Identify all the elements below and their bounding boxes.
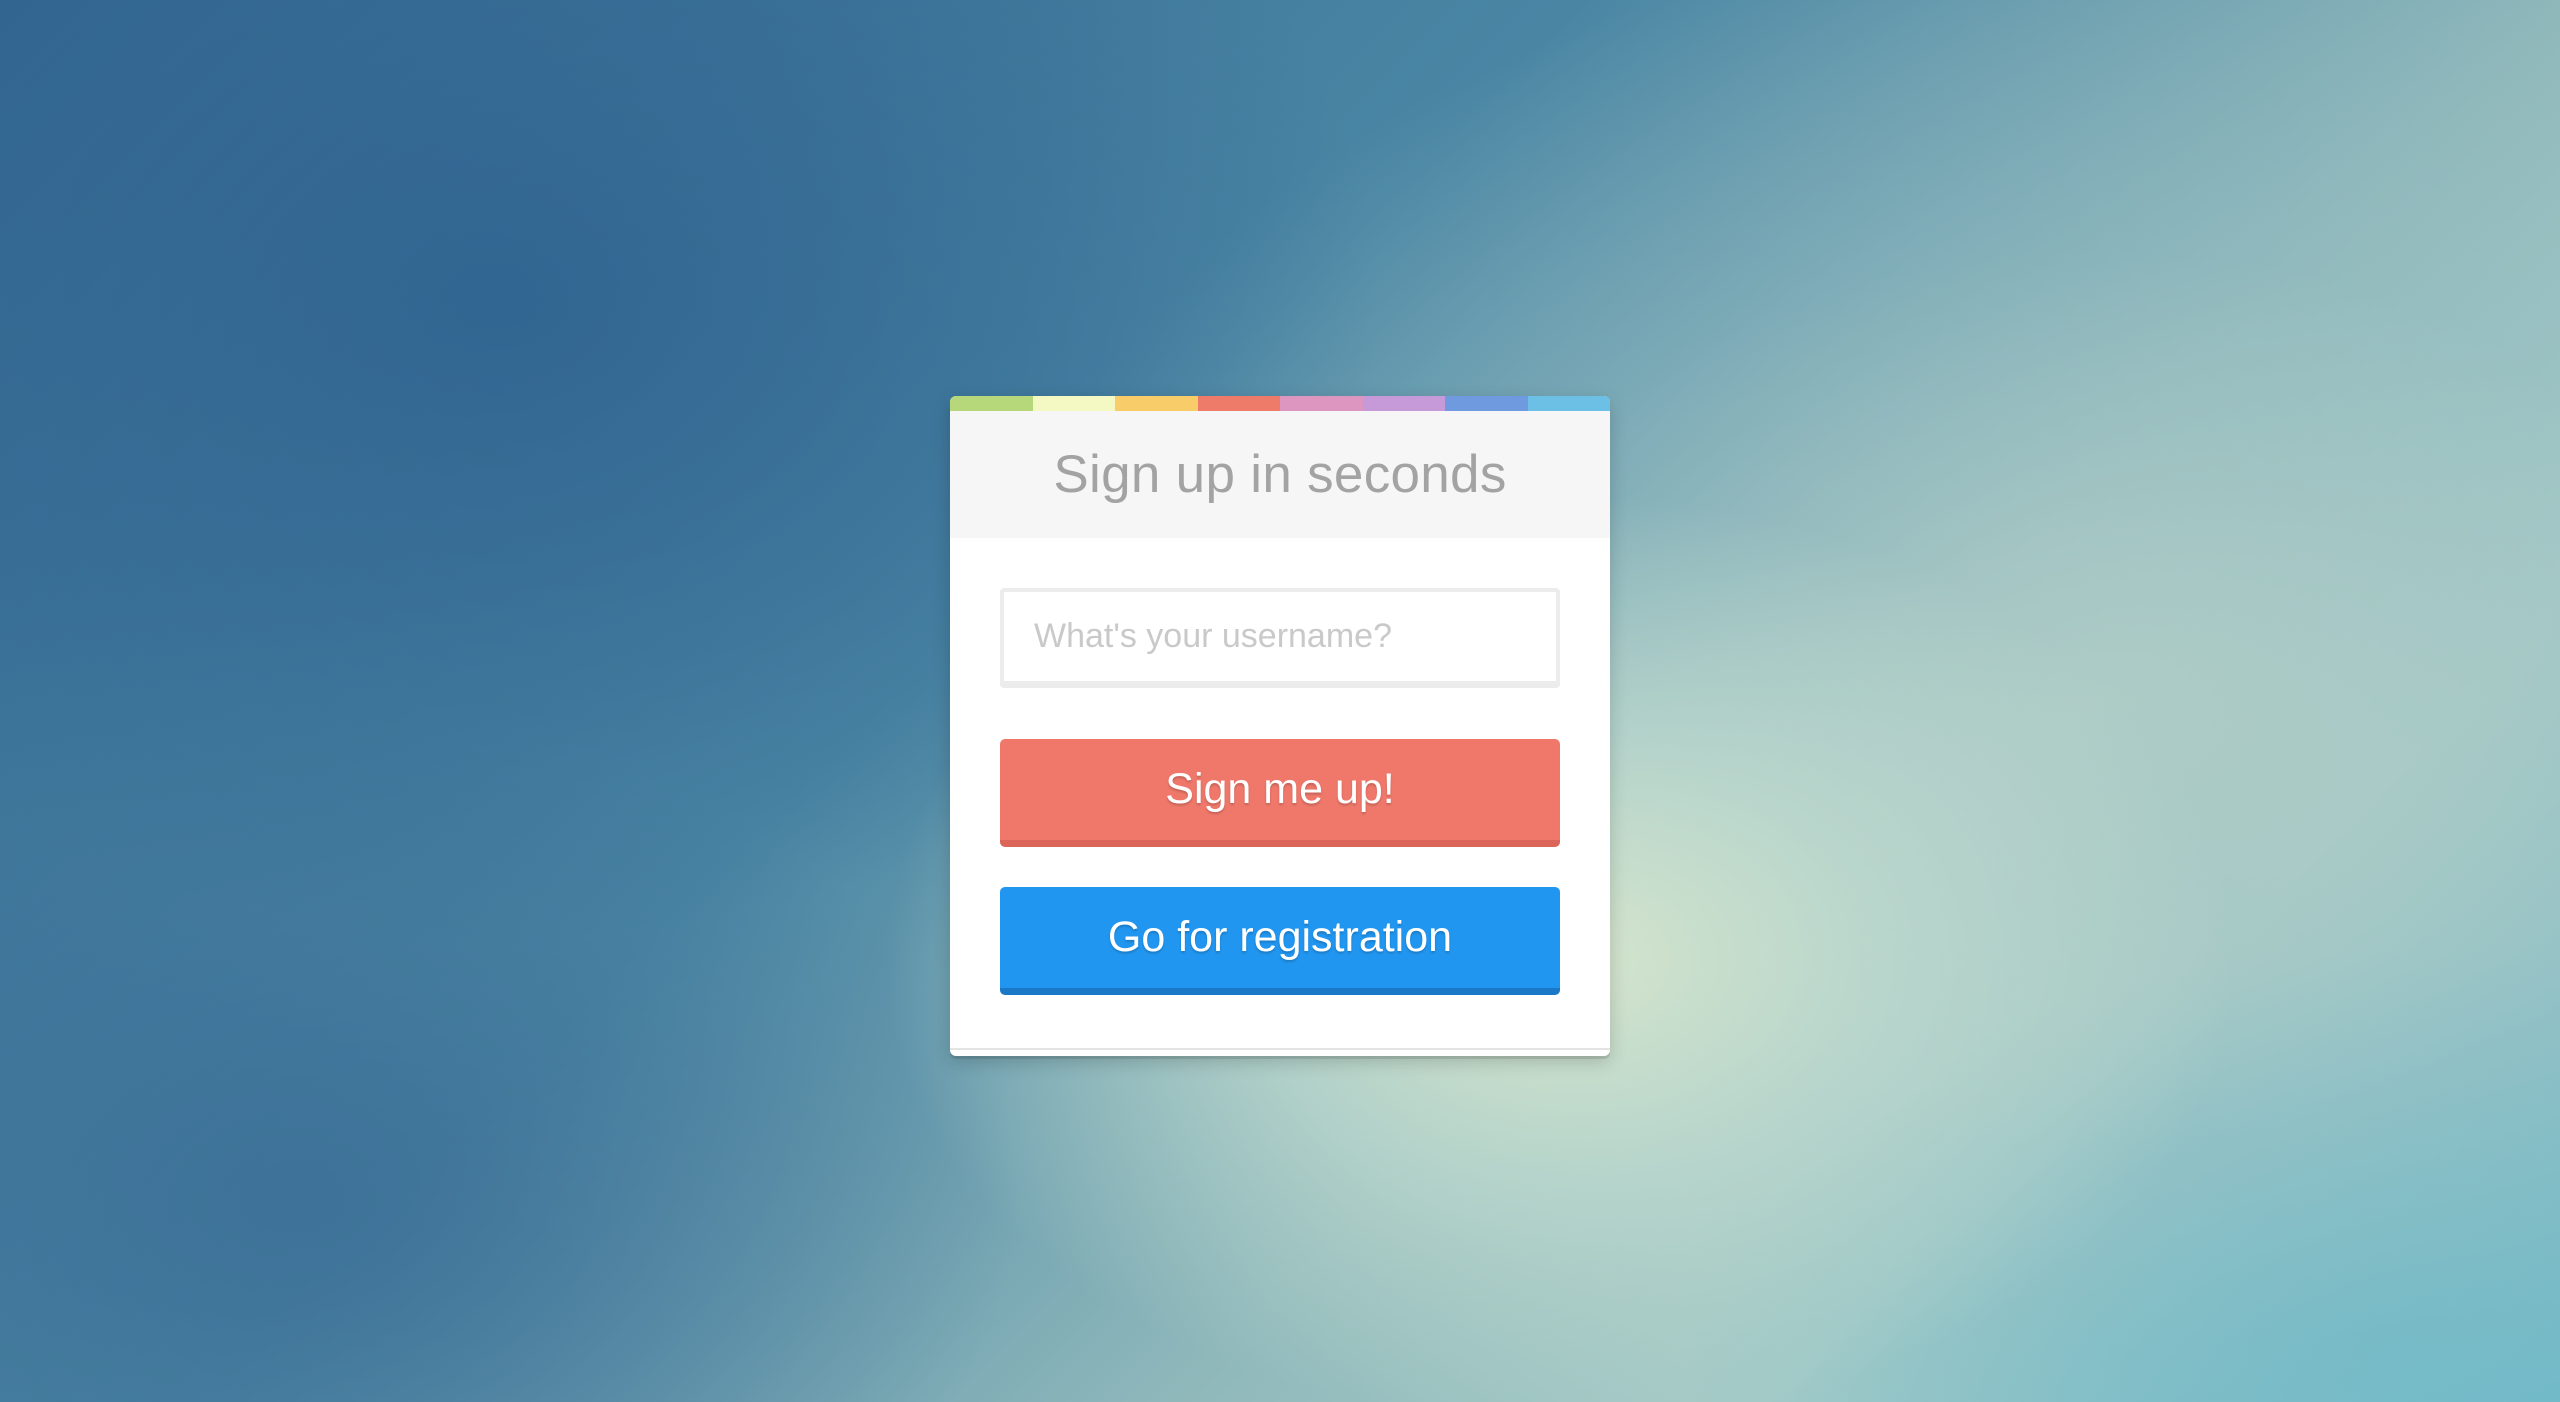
color-strip-segment: [1445, 396, 1528, 411]
color-strip-segment: [1280, 396, 1363, 411]
color-strip-segment: [1362, 396, 1445, 411]
card-header: Sign up in seconds: [950, 411, 1610, 538]
color-strip-segment: [1197, 396, 1280, 411]
signup-card: Sign up in seconds Sign me up! Go for re…: [950, 396, 1610, 1056]
color-strip-segment: [1032, 396, 1115, 411]
username-field: [1000, 588, 1560, 688]
color-strip: [950, 396, 1610, 411]
go-for-registration-button[interactable]: Go for registration: [1000, 887, 1560, 995]
color-strip-segment: [1115, 396, 1198, 411]
color-strip-segment: [1527, 396, 1610, 411]
card-title: Sign up in seconds: [1053, 445, 1507, 504]
username-input[interactable]: [1004, 592, 1556, 681]
card-footer-divider: [950, 1048, 1610, 1050]
card-body: Sign me up! Go for registration: [950, 538, 1610, 995]
sign-me-up-button[interactable]: Sign me up!: [1000, 739, 1560, 847]
color-strip-segment: [950, 396, 1033, 411]
